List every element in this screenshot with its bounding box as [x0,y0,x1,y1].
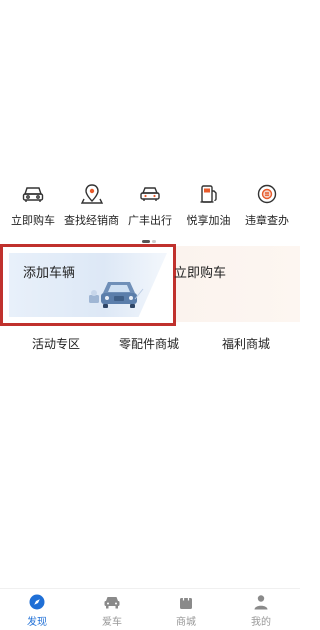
car-illustration-icon [89,282,144,308]
location-pin-icon [80,183,104,205]
quick-action-label: 广丰出行 [128,214,172,227]
quick-action-travel[interactable]: 广丰出行 [121,183,179,231]
quick-action-label: 违章查办 [245,214,289,227]
banner-row: 添加车辆 立即购车 [0,244,300,326]
quick-action-buy-car[interactable]: 立即购车 [4,183,62,231]
fuel-pump-icon [197,183,221,205]
carousel-indicator [142,240,158,243]
quick-action-fuel[interactable]: 悦享加油 [180,183,238,231]
nav-label: 爱车 [102,617,122,628]
car-icon [102,594,122,610]
tab-activity-zone[interactable]: 活动专区 [32,335,80,352]
nav-item-my-car[interactable]: 爱车 [92,594,132,628]
profile-icon [251,594,271,610]
nav-label: 商城 [176,617,196,628]
buy-car-title: 立即购车 [174,266,227,281]
quick-action-label: 立即购车 [11,214,55,227]
bottom-navigation: 发现 爱车 商城 我的 [0,588,300,630]
discover-icon [27,594,47,610]
add-vehicle-card[interactable]: 添加车辆 [0,244,176,326]
car-front-icon [21,183,45,205]
section-tabs: 活动专区 零配件商城 福利商城 [0,335,300,353]
violation-search-icon [255,183,279,205]
nav-item-mall[interactable]: 商城 [166,594,206,628]
nav-label: 发现 [27,617,47,628]
tab-parts-mall[interactable]: 零配件商城 [119,335,179,352]
buy-car-card[interactable]: 立即购车 [174,246,300,322]
nav-label: 我的 [251,617,271,628]
nav-item-discover[interactable]: 发现 [17,594,57,628]
quick-action-label: 查找经销商 [64,214,119,227]
quick-actions-row: 立即购车 查找经销商 广丰出行 悦享加油 违章查办 [0,183,300,231]
quick-action-violations[interactable]: 违章查办 [238,183,296,231]
indicator-dot-active [142,240,150,243]
quick-action-find-dealer[interactable]: 查找经销商 [63,183,121,231]
indicator-dot [152,240,156,243]
shopping-bag-icon [176,594,196,610]
car-travel-icon [138,183,162,205]
nav-item-profile[interactable]: 我的 [241,594,281,628]
tab-welfare-mall[interactable]: 福利商城 [222,335,270,352]
add-vehicle-title: 添加车辆 [23,266,76,281]
quick-action-label: 悦享加油 [186,214,231,227]
